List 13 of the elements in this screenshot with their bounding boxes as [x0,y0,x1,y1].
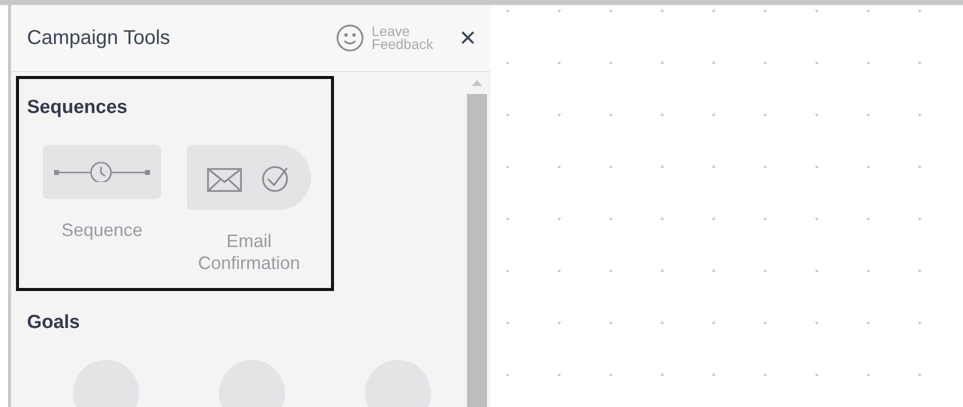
timeline-clock-icon [54,162,150,182]
close-button[interactable]: × [460,24,476,52]
smiley-icon [336,24,364,52]
tool-tile[interactable] [43,145,161,199]
tool-label: Sequence [61,219,143,241]
envelope-check-icon [207,164,291,192]
tool-label: Email Confirmation [196,230,302,274]
panel-title: Campaign Tools [27,26,172,50]
scroll-up-icon[interactable] [472,80,482,86]
section-heading: Sequences [27,97,128,119]
tool-tile[interactable] [187,145,311,210]
section-heading: Goals [27,312,81,334]
scrollbar-thumb[interactable] [467,94,487,407]
